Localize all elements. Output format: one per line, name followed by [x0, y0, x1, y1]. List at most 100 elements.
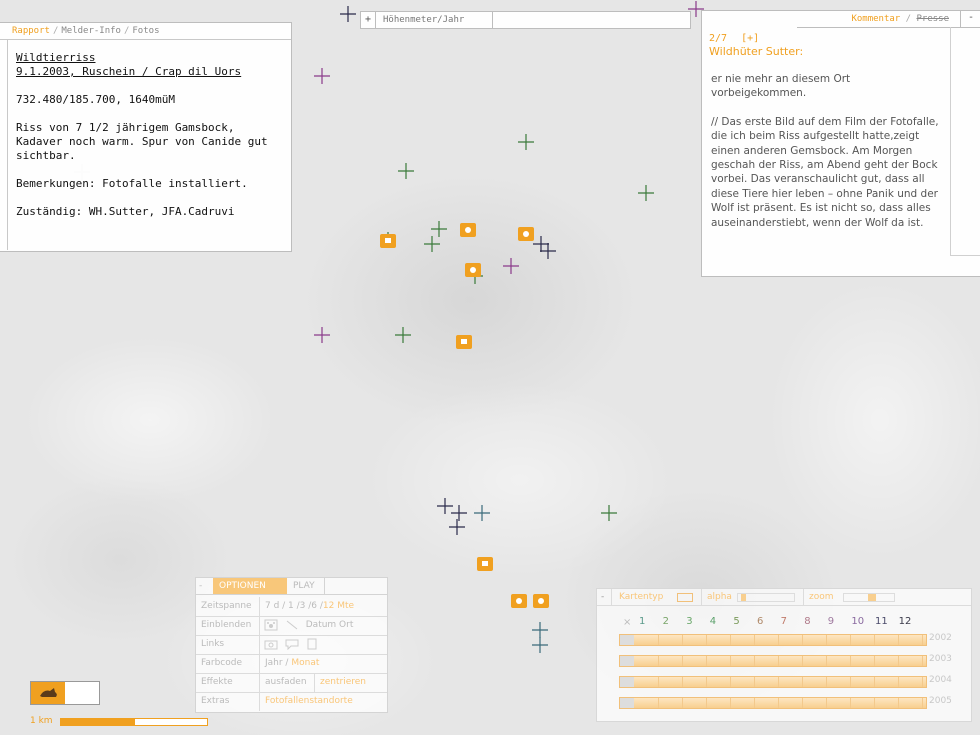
marker-cross-teal[interactable]	[474, 505, 490, 521]
timespan-options[interactable]: 7 d / 1 /3 /6 /	[265, 601, 323, 611]
document-icon[interactable]	[306, 638, 318, 650]
marker-cross-navy[interactable]	[340, 6, 356, 22]
zoom-slider[interactable]	[843, 593, 895, 602]
report-panel: Rapport / Melder-Info / Fotos Wildtierriss 9…	[0, 22, 292, 252]
year-bar-2003[interactable]	[619, 655, 927, 667]
camera-trap-icon[interactable]	[465, 263, 481, 277]
marker-cross-purple[interactable]	[503, 258, 519, 274]
camera-trap-icon[interactable]	[477, 557, 493, 571]
maptype-toggle[interactable]	[677, 593, 693, 602]
month-label-11[interactable]: 11	[875, 616, 888, 627]
month-label-3[interactable]: 3	[686, 616, 692, 627]
options-minimize-button[interactable]: -	[199, 578, 202, 594]
alpha-slider[interactable]	[737, 593, 795, 602]
month-tick	[802, 656, 803, 666]
report-coords: 732.480/185.700, 1640müM	[16, 93, 175, 106]
report-tabs: Rapport / Melder-Info / Fotos	[0, 23, 291, 40]
camera-trap-icon[interactable]	[380, 234, 396, 248]
tab-melder-info[interactable]: Melder-Info	[61, 26, 121, 36]
comment-expand-button[interactable]: [+]	[741, 33, 759, 44]
timespan-selected[interactable]: 12 Mte	[323, 601, 354, 611]
legend-minimize-button[interactable]: -	[601, 589, 604, 605]
month-tick	[850, 698, 851, 708]
month-tick	[658, 677, 659, 687]
month-label-9[interactable]: 9	[828, 616, 834, 627]
month-tick	[874, 698, 875, 708]
camera-trap-icon[interactable]	[460, 223, 476, 237]
option-row-links: Links	[196, 635, 387, 655]
marker-cross-navy[interactable]	[540, 243, 556, 259]
marker-cross-navy[interactable]	[533, 236, 549, 252]
month-tick	[922, 677, 923, 687]
camera-trap-icon[interactable]	[518, 227, 534, 241]
effect-center[interactable]: zentrieren	[320, 673, 366, 692]
line-icon[interactable]	[285, 619, 299, 631]
marker-cross-navy[interactable]	[451, 505, 467, 521]
option-label: Farbcode	[201, 658, 242, 668]
tab-optionen[interactable]: OPTIONEN	[213, 578, 287, 594]
marker-cross-green[interactable]	[398, 163, 414, 179]
timeline-legend-panel: - Kartentyp alpha zoom × 1 2 3 4 5 6 7 8 9 10 11 12…	[596, 588, 972, 722]
maptype-label: Kartentyp	[619, 592, 664, 602]
report-description: Riss von 7 1/2 jährigem Gamsbock, Kadave…	[16, 121, 268, 162]
month-label-2[interactable]: 2	[663, 616, 669, 627]
camera-trap-icon[interactable]	[511, 594, 527, 608]
marker-cross-green[interactable]	[601, 505, 617, 521]
speech-bubble-icon[interactable]	[285, 638, 299, 650]
month-tick	[682, 677, 683, 687]
tab-fotos[interactable]: Fotos	[132, 26, 159, 36]
clear-filter-icon[interactable]: ×	[623, 617, 631, 628]
fox-logo[interactable]	[30, 681, 100, 705]
marker-cross-teal[interactable]	[532, 637, 548, 653]
month-tick	[874, 635, 875, 645]
month-label-12[interactable]: 12	[899, 616, 912, 627]
month-label-8[interactable]: 8	[804, 616, 810, 627]
month-tick	[682, 635, 683, 645]
month-tick	[706, 677, 707, 687]
display-options[interactable]: Datum Ort	[306, 620, 354, 630]
comment-divider	[950, 255, 980, 256]
month-tick	[898, 698, 899, 708]
paw-icon[interactable]	[264, 619, 278, 631]
month-label-10[interactable]: 10	[851, 616, 864, 627]
month-tick	[826, 677, 827, 687]
camera-icon[interactable]	[264, 638, 278, 650]
marker-cross-green[interactable]	[518, 134, 534, 150]
marker-cross-purple[interactable]	[314, 327, 330, 343]
tab-kommentar[interactable]: Kommentar	[851, 14, 900, 24]
camera-trap-icon[interactable]	[533, 594, 549, 608]
comment-paragraph: er nie mehr an diesem Ort vorbeigekommen…	[711, 73, 851, 100]
month-label-1[interactable]: 1	[639, 616, 645, 627]
marker-cross-teal[interactable]	[532, 622, 548, 638]
altitude-divider	[492, 12, 493, 28]
altitude-expand-button[interactable]: +	[361, 12, 376, 28]
tab-rapport[interactable]: Rapport	[12, 26, 50, 36]
marker-cross-green[interactable]	[638, 185, 654, 201]
month-tick	[778, 698, 779, 708]
marker-cross-green[interactable]	[395, 327, 411, 343]
colorcode-year[interactable]: Jahr /	[265, 658, 288, 668]
comment-tabs: Kommentar / Presse	[851, 14, 949, 24]
month-label-4[interactable]: 4	[710, 616, 716, 627]
marker-cross-green[interactable]	[431, 221, 447, 237]
colorcode-month[interactable]: Monat	[291, 658, 319, 668]
marker-cross-navy[interactable]	[437, 498, 453, 514]
month-label-7[interactable]: 7	[781, 616, 787, 627]
marker-cross-navy[interactable]	[449, 519, 465, 535]
tab-presse[interactable]: Presse	[916, 14, 949, 24]
tab-play[interactable]: PLAY	[293, 578, 315, 594]
year-bar-2005[interactable]	[619, 697, 927, 709]
comment-author: Wildhüter Sutter:	[709, 45, 804, 58]
comment-scrollbar-track[interactable]	[950, 27, 951, 255]
effect-fade[interactable]: ausfaden	[265, 677, 307, 687]
year-bar-2004[interactable]	[619, 676, 927, 688]
marker-cross-purple[interactable]	[314, 68, 330, 84]
comment-minimize-button[interactable]: -	[960, 11, 980, 28]
year-bar-2002[interactable]	[619, 634, 927, 646]
month-label-5[interactable]: 5	[733, 616, 739, 627]
camera-trap-icon[interactable]	[456, 335, 472, 349]
month-label-6[interactable]: 6	[757, 616, 763, 627]
month-tick	[850, 656, 851, 666]
extras-camera-trap-locations[interactable]: Fotofallenstandorte	[265, 692, 353, 711]
marker-cross-green[interactable]	[424, 236, 440, 252]
